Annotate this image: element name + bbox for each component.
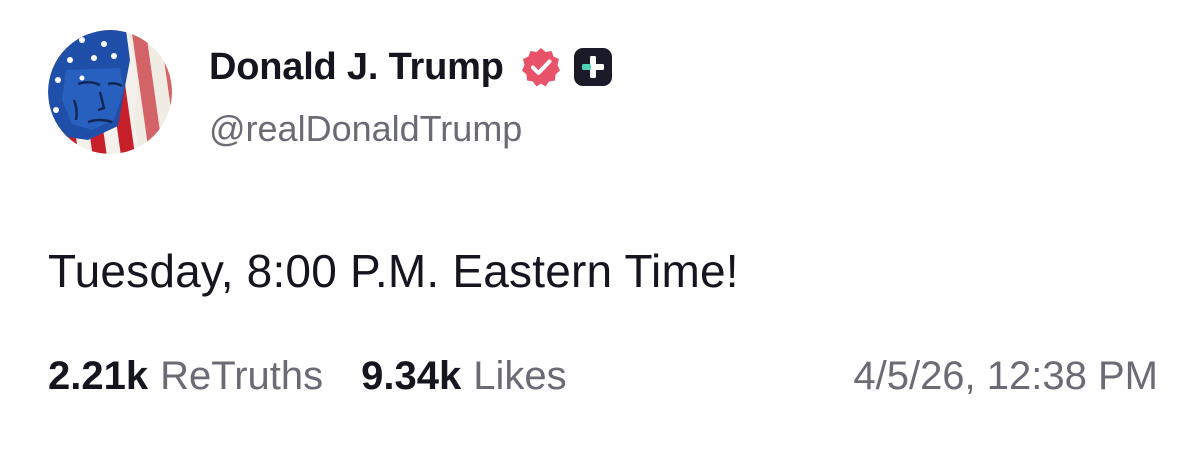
post-text: Tuesday, 8:00 P.M. Eastern Time! [48,245,739,297]
author-name-row: Donald J. Trump [209,44,612,90]
avatar[interactable] [48,30,172,154]
author-handle[interactable]: @realDonaldTrump [209,108,522,150]
post-stats: 2.21k ReTruths 9.34k Likes 4/5/26, 12:38… [48,350,1158,402]
post-card: Donald J. Trump @realDonaldTrump Tuesday… [0,0,1200,449]
likes-label: Likes [473,353,567,398]
avatar-image [48,30,172,154]
retruths-label: ReTruths [160,353,324,398]
retruths-stat[interactable]: 2.21k ReTruths [48,354,323,399]
verified-badge-icon [520,46,562,88]
truth-plus-icon [573,48,612,86]
author-display-name[interactable]: Donald J. Trump [209,46,504,89]
post-timestamp: 4/5/26, 12:38 PM [853,353,1158,398]
likes-count: 9.34k [361,353,462,398]
retruths-count: 2.21k [48,353,149,398]
likes-stat[interactable]: 9.34k Likes [361,354,567,399]
